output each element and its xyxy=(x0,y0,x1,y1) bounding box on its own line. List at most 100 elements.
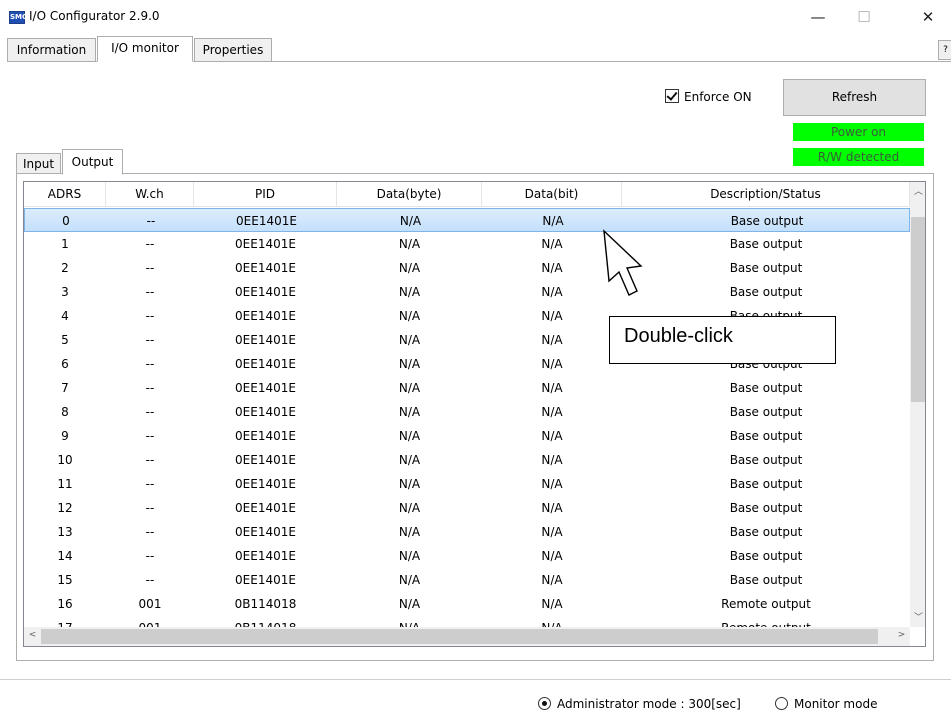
cell-wch: -- xyxy=(145,405,155,419)
cell-pid: 0EE1401E xyxy=(235,573,296,587)
cell-data-byte: N/A xyxy=(398,477,421,491)
radio-selected-icon[interactable] xyxy=(538,697,551,710)
cell-pid: 0EE1401E xyxy=(236,214,297,228)
cell-adrs: 1 xyxy=(61,237,69,251)
help-button[interactable]: ? xyxy=(938,40,951,60)
cell-data-byte: N/A xyxy=(398,237,421,251)
app-window: SMC I/O Configurator 2.9.0 — ☐ ✕ Informa… xyxy=(0,0,951,720)
cell-pid: 0EE1401E xyxy=(235,285,296,299)
scroll-right-icon[interactable]: > xyxy=(893,630,910,640)
cell-pid: 0EE1401E xyxy=(235,357,296,371)
administrator-mode-radio[interactable]: Administrator mode : 300[sec] xyxy=(538,697,741,711)
table-row[interactable]: 15 -- 0EE1401E N/A N/A Base output xyxy=(24,568,910,592)
table-row[interactable]: 12 -- 0EE1401E N/A N/A Base output xyxy=(24,496,910,520)
cell-description: Base output xyxy=(729,429,803,443)
cell-data-bit: N/A xyxy=(541,501,563,515)
cell-description: Base output xyxy=(729,525,803,539)
table-row[interactable]: 1 -- 0EE1401E N/A N/A Base output xyxy=(24,232,910,256)
table-row[interactable]: 8 -- 0EE1401E N/A N/A Base output xyxy=(24,400,910,424)
cell-description: Base output xyxy=(729,477,803,491)
close-button[interactable]: ✕ xyxy=(905,0,951,34)
cell-pid: 0EE1401E xyxy=(235,405,296,419)
tab-information[interactable]: Information xyxy=(7,38,96,62)
cell-adrs: 0 xyxy=(62,214,70,228)
cell-adrs: 7 xyxy=(61,381,69,395)
cell-data-bit: N/A xyxy=(541,333,563,347)
table-row[interactable]: 16 001 0B114018 N/A N/A Remote output xyxy=(24,592,910,616)
tab-io-monitor[interactable]: I/O monitor xyxy=(97,36,193,62)
table-header: ADRS W.ch PID Data(byte) Data(bit) Descr… xyxy=(24,182,910,207)
cell-data-byte: N/A xyxy=(399,214,422,228)
enforce-checkbox[interactable]: Enforce ON xyxy=(665,89,752,104)
minimize-button[interactable]: — xyxy=(795,0,841,34)
table-row[interactable]: 2 -- 0EE1401E N/A N/A Base output xyxy=(24,256,910,280)
table-row[interactable]: 10 -- 0EE1401E N/A N/A Base output xyxy=(24,448,910,472)
cell-data-bit: N/A xyxy=(541,525,563,539)
cell-data-byte: N/A xyxy=(398,285,421,299)
cell-adrs: 12 xyxy=(57,501,73,515)
rw-status-indicator: R/W detected xyxy=(793,148,924,166)
column-header-data-byte[interactable]: Data(byte) xyxy=(337,182,482,206)
column-header-adrs[interactable]: ADRS xyxy=(24,182,106,206)
cell-description: Base output xyxy=(729,501,803,515)
horizontal-scrollbar[interactable]: < > xyxy=(24,627,910,646)
checkbox-checked-icon[interactable] xyxy=(665,89,679,103)
horizontal-scroll-thumb[interactable] xyxy=(41,629,878,644)
tab-output[interactable]: Output xyxy=(62,149,123,175)
cell-data-byte: N/A xyxy=(398,525,421,539)
cell-pid: 0EE1401E xyxy=(235,429,296,443)
cell-data-bit: N/A xyxy=(541,597,563,611)
cell-adrs: 9 xyxy=(61,429,69,443)
cell-adrs: 2 xyxy=(61,261,69,275)
table-row[interactable]: 7 -- 0EE1401E N/A N/A Base output xyxy=(24,376,910,400)
table-row[interactable]: 0 -- 0EE1401E N/A N/A Base output xyxy=(24,208,910,232)
cell-adrs: 8 xyxy=(61,405,69,419)
refresh-button[interactable]: Refresh xyxy=(783,79,926,116)
cell-description: Base output xyxy=(729,381,803,395)
cell-adrs: 3 xyxy=(61,285,69,299)
vertical-scroll-thumb[interactable] xyxy=(911,217,925,402)
table-row[interactable]: 9 -- 0EE1401E N/A N/A Base output xyxy=(24,424,910,448)
monitor-mode-radio[interactable]: Monitor mode xyxy=(775,697,877,711)
cell-description: Base output xyxy=(729,237,803,251)
cell-wch: -- xyxy=(145,525,155,539)
cell-pid: 0EE1401E xyxy=(235,261,296,275)
vertical-scrollbar[interactable]: ︿ ﹀ xyxy=(910,182,925,627)
cell-data-bit: N/A xyxy=(541,405,563,419)
double-click-callout: Double-click xyxy=(609,316,836,364)
cell-data-byte: N/A xyxy=(398,333,421,347)
monitor-mode-label: Monitor mode xyxy=(794,697,878,711)
table-row[interactable]: 14 -- 0EE1401E N/A N/A Base output xyxy=(24,544,910,568)
cell-wch: -- xyxy=(145,261,155,275)
table-row[interactable]: 3 -- 0EE1401E N/A N/A Base output xyxy=(24,280,910,304)
tab-properties[interactable]: Properties xyxy=(194,38,272,62)
cell-data-byte: N/A xyxy=(398,549,421,563)
app-logo-icon: SMC xyxy=(9,11,27,24)
cell-description: Base output xyxy=(730,214,804,228)
column-header-wch[interactable]: W.ch xyxy=(106,182,194,206)
scroll-down-icon[interactable]: ﹀ xyxy=(910,610,925,623)
title-bar: SMC I/O Configurator 2.9.0 — ☐ ✕ xyxy=(0,0,951,34)
cell-adrs: 16 xyxy=(57,597,73,611)
column-header-data-bit[interactable]: Data(bit) xyxy=(482,182,622,206)
tab-input[interactable]: Input xyxy=(16,153,61,175)
scroll-left-icon[interactable]: < xyxy=(24,630,41,640)
cell-adrs: 14 xyxy=(57,549,73,563)
power-status-indicator: Power on xyxy=(793,123,924,141)
column-header-description[interactable]: Description/Status xyxy=(622,182,910,206)
cell-data-bit: N/A xyxy=(541,381,563,395)
output-table[interactable]: ADRS W.ch PID Data(byte) Data(bit) Descr… xyxy=(23,181,926,647)
scroll-up-icon[interactable]: ︿ xyxy=(910,184,925,197)
cell-pid: 0EE1401E xyxy=(235,453,296,467)
radio-unselected-icon[interactable] xyxy=(775,697,788,710)
cell-wch: -- xyxy=(145,333,155,347)
cell-pid: 0B114018 xyxy=(234,597,297,611)
cell-description: Remote output xyxy=(721,597,811,611)
table-row[interactable]: 13 -- 0EE1401E N/A N/A Base output xyxy=(24,520,910,544)
cell-wch: -- xyxy=(145,381,155,395)
cell-wch: -- xyxy=(145,285,155,299)
maximize-button[interactable]: ☐ xyxy=(841,0,887,34)
table-row[interactable]: 11 -- 0EE1401E N/A N/A Base output xyxy=(24,472,910,496)
cell-description: Base output xyxy=(729,549,803,563)
column-header-pid[interactable]: PID xyxy=(194,182,337,206)
